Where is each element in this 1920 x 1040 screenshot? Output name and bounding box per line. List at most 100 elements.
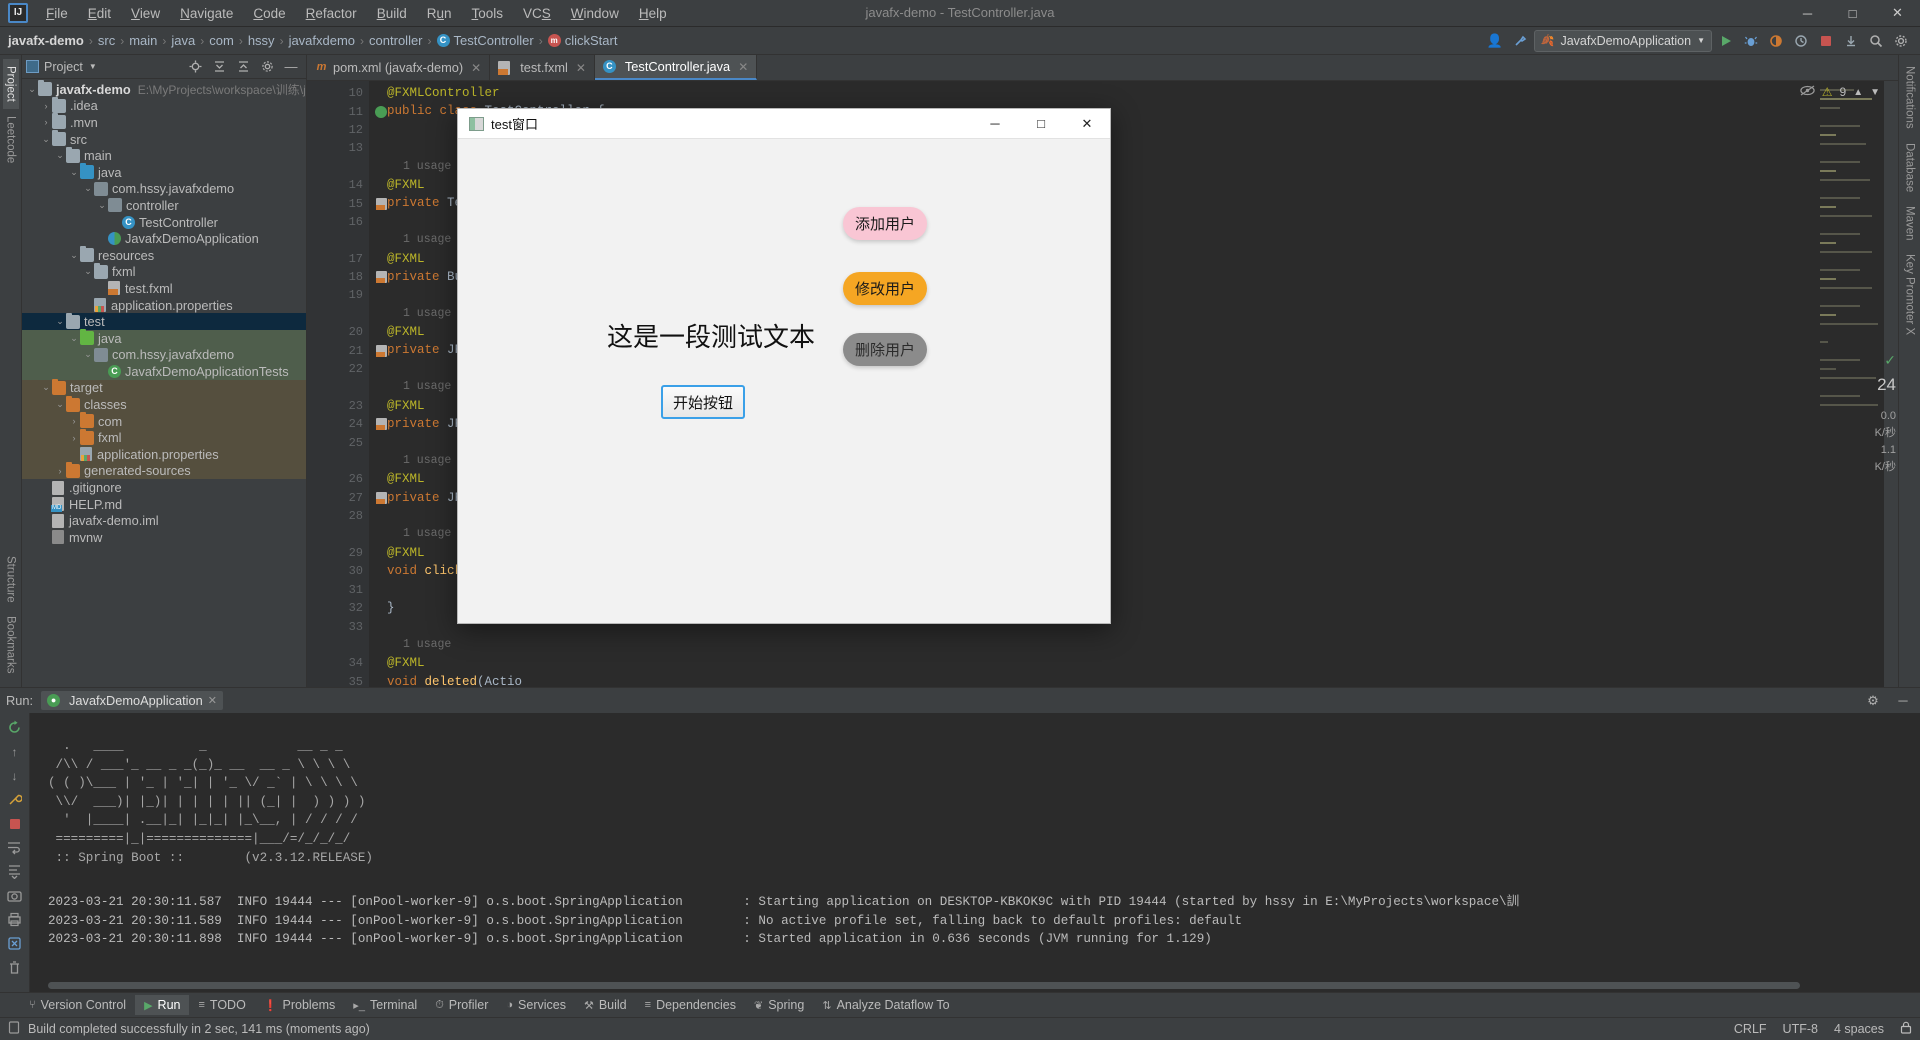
gutter-line[interactable]: 15 (307, 194, 387, 212)
line-separator-indicator[interactable]: CRLF (1734, 1022, 1767, 1036)
breadcrumb-item-3[interactable]: java (171, 33, 195, 48)
gutter-line[interactable] (307, 636, 369, 654)
tree-node-application-properties[interactable]: application.properties (22, 446, 306, 463)
javafx-title-bar[interactable]: test窗口 ─ □ ✕ (458, 109, 1110, 139)
gutter-line[interactable]: 26 (307, 470, 369, 488)
hammer-build-icon[interactable] (1509, 30, 1531, 52)
breadcrumb-item-9[interactable]: clickStart (565, 33, 618, 48)
scroll-down-icon[interactable]: ↓ (6, 767, 23, 784)
add-user-button[interactable]: 添加用户 (843, 207, 927, 240)
tree-node-com-hssy-javafxdemo[interactable]: ⌄ com.hssy.javafxdemo (22, 181, 306, 198)
chevron-up-icon[interactable]: ▲ (1853, 87, 1863, 98)
expand-arrow-icon[interactable]: ⌄ (40, 134, 52, 145)
gutter-line[interactable]: 11 (307, 102, 387, 120)
gutter-line[interactable]: 16 (307, 213, 369, 231)
menu-item-refactor[interactable]: Refactor (296, 2, 367, 25)
tool-tab-leetcode[interactable]: Leetcode (3, 109, 19, 170)
tool-window-tab-version-control[interactable]: ⑂ Version Control (20, 995, 135, 1015)
tool-tab-bookmarks[interactable]: Bookmarks (3, 609, 19, 681)
tree-node-javafx-demo-iml[interactable]: javafx-demo.iml (22, 512, 306, 529)
tool-window-tab-terminal[interactable]: ▸_ Terminal (344, 995, 426, 1015)
gutter-line[interactable]: 34 (307, 654, 369, 672)
scroll-up-icon[interactable]: ↑ (6, 743, 23, 760)
minimize-button[interactable]: ─ (1785, 0, 1830, 27)
trash-icon[interactable] (6, 959, 23, 976)
gutter-line[interactable]: 31 (307, 581, 369, 599)
gutter-line[interactable]: 29 (307, 544, 369, 562)
wrench-icon[interactable] (6, 791, 23, 808)
gutter-line[interactable]: 12 (307, 121, 369, 139)
expand-all-icon[interactable] (208, 56, 230, 78)
expand-arrow-icon[interactable]: ⌄ (82, 183, 94, 194)
gutter-line[interactable]: 24 (307, 415, 387, 433)
menu-item-edit[interactable]: Edit (78, 2, 121, 25)
tree-node-application-properties[interactable]: application.properties (22, 297, 306, 314)
clear-all-icon[interactable] (6, 935, 23, 952)
gutter-line[interactable] (307, 525, 369, 543)
gutter-line[interactable]: 32 (307, 599, 369, 617)
breadcrumb-item-1[interactable]: src (98, 33, 115, 48)
javafx-maximize-button[interactable]: □ (1018, 109, 1064, 139)
editor-tab-testfxml[interactable]: test.fxml ✕ (490, 55, 595, 80)
tool-tab-maven[interactable]: Maven (1902, 199, 1918, 248)
project-tree[interactable]: ⌄ javafx-demo E:\MyProjects\workspace\训练\j… (22, 79, 306, 687)
menu-item-tools[interactable]: Tools (462, 2, 514, 25)
expand-arrow-icon[interactable]: › (40, 117, 52, 127)
indent-indicator[interactable]: 4 spaces (1834, 1022, 1884, 1036)
tree-node--gitignore[interactable]: .gitignore (22, 479, 306, 496)
settings-gear-icon[interactable] (1890, 30, 1912, 52)
tool-window-tab-spring[interactable]: ❦ Spring (745, 995, 813, 1015)
tool-tab-structure[interactable]: Structure (3, 549, 19, 610)
gutter-line[interactable]: 19 (307, 286, 369, 304)
run-button[interactable] (1715, 30, 1737, 52)
chevron-down-icon[interactable]: ▼ (1870, 87, 1880, 98)
tool-tab-project[interactable]: Project (2, 59, 19, 109)
print-icon[interactable] (6, 911, 23, 928)
tool-tab-database[interactable]: Database (1902, 136, 1918, 199)
close-icon[interactable]: ✕ (738, 60, 748, 74)
javafx-test-window[interactable]: test窗口 ─ □ ✕ 这是一段测试文本 添加用户 修改用户 删除用户 开始按… (457, 108, 1111, 624)
scroll-to-end-icon[interactable] (6, 863, 23, 880)
console-horizontal-scrollbar[interactable] (48, 982, 1800, 989)
project-settings-icon[interactable] (256, 56, 278, 78)
run-configuration-selector[interactable]: 🍂 JavafxDemoApplication ▼ (1533, 29, 1712, 52)
breadcrumb-item-4[interactable]: com (209, 33, 234, 48)
hide-run-window-icon[interactable]: ─ (1892, 690, 1914, 712)
menu-item-help[interactable]: Help (629, 2, 677, 25)
locate-file-icon[interactable] (184, 56, 206, 78)
tree-node-testcontroller[interactable]: C TestController (22, 214, 306, 231)
tool-window-tab-profiler[interactable]: ⏱ Profiler (426, 995, 497, 1015)
tree-node-fxml[interactable]: › fxml (22, 428, 306, 447)
account-icon[interactable]: 👤 (1484, 30, 1506, 52)
expand-arrow-icon[interactable]: ⌄ (40, 382, 52, 393)
expand-arrow-icon[interactable]: ⌄ (68, 333, 80, 344)
menu-item-code[interactable]: Code (243, 2, 295, 25)
tree-node-java[interactable]: ⌄ java (22, 329, 306, 347)
start-button[interactable]: 开始按钮 (661, 385, 745, 419)
breadcrumb-item-5[interactable]: hssy (248, 33, 275, 48)
expand-arrow-icon[interactable]: ⌄ (68, 250, 80, 261)
delete-user-button[interactable]: 删除用户 (843, 333, 927, 366)
gutter-line[interactable]: 22 (307, 360, 369, 378)
javafx-close-button[interactable]: ✕ (1064, 109, 1110, 139)
close-button[interactable]: ✕ (1875, 0, 1920, 27)
expand-arrow-icon[interactable]: ⌄ (68, 167, 80, 178)
expand-arrow-icon[interactable]: › (68, 416, 80, 426)
tree-node-controller[interactable]: ⌄ controller (22, 197, 306, 214)
tool-window-tab-services[interactable]: ◑ Services (497, 995, 575, 1015)
encoding-indicator[interactable]: UTF-8 (1783, 1022, 1818, 1036)
editor-gutter[interactable]: 10 11 12 13 14 15 16 17 18 19 20 21 22 23 24 25 26 27 28 29… (307, 81, 387, 687)
expand-arrow-icon[interactable]: › (40, 101, 52, 111)
gutter-line[interactable] (307, 452, 369, 470)
tree-node-com[interactable]: › com (22, 412, 306, 430)
menu-item-navigate[interactable]: Navigate (170, 2, 243, 25)
gutter-line[interactable]: 13 (307, 139, 369, 157)
expand-arrow-icon[interactable]: ⌄ (54, 316, 66, 327)
gutter-line[interactable]: 28 (307, 507, 369, 525)
rerun-icon[interactable] (6, 719, 23, 736)
gutter-line[interactable] (307, 231, 369, 249)
expand-arrow-icon[interactable]: ⌄ (26, 84, 38, 95)
maximize-button[interactable]: □ (1830, 0, 1875, 27)
tree-node-fxml[interactable]: ⌄ fxml (22, 262, 306, 281)
expand-arrow-icon[interactable]: ⌄ (96, 200, 108, 211)
